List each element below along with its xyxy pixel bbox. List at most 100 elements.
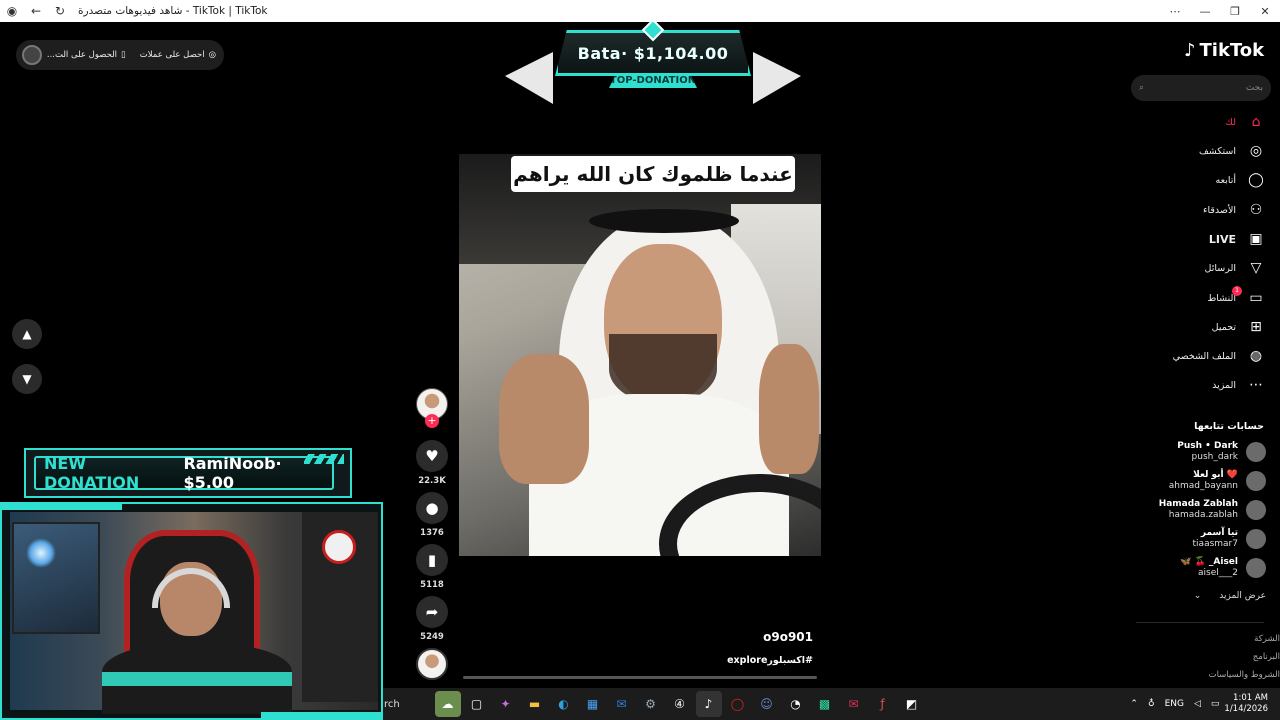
menu-icon[interactable]: ⋯ — [1160, 0, 1190, 22]
follow-plus-icon[interactable]: + — [425, 414, 439, 428]
chevron-down-icon: ⌄ — [1193, 591, 1202, 601]
account-text: أبو لعلا ❤️ ahmad_bayann — [1169, 470, 1238, 492]
monitor-glow — [26, 538, 56, 568]
task-view-icon[interactable]: ▢ — [464, 691, 490, 717]
sidebar-item-following[interactable]: ◯ أتابعه — [1216, 170, 1267, 190]
more-icon: ⋯ — [1249, 377, 1263, 393]
sidebar-item-label: المزيد — [1212, 379, 1236, 391]
browser-titlebar: ◉ ← ↻ شاهد فيديوهات متصدرة - TikTok | Ti… — [0, 0, 1280, 22]
overlay-stripes — [304, 454, 344, 464]
share-count: 5249 — [420, 632, 444, 642]
following-icon: ◯ — [1248, 172, 1264, 188]
account-text: Push • Dark push_dark — [1177, 441, 1238, 463]
user-avatar[interactable] — [22, 45, 42, 65]
opera-icon[interactable]: ◯ — [725, 691, 751, 717]
4k-app-icon[interactable]: ④ — [667, 691, 693, 717]
widgets-icon[interactable]: ☁ — [434, 691, 461, 717]
chevron-up-icon[interactable]: ⌃ — [1130, 699, 1138, 709]
sound-disc[interactable] — [416, 648, 448, 680]
system-tray: ⌃ ♁ ENG ◁ ▭ 1:01 AM 1/14/2026 — [1125, 688, 1280, 720]
sidebar-item-foryou[interactable]: ⌂ لك — [1225, 112, 1266, 132]
store-icon[interactable]: ▦ — [580, 691, 606, 717]
comment-button[interactable]: ● — [416, 492, 448, 524]
following-account[interactable]: أبو لعلا ❤️ ahmad_bayann — [1169, 470, 1266, 492]
new-donation-label: NEW DONATION — [44, 454, 140, 492]
minimize-button[interactable]: — — [1190, 0, 1220, 22]
close-button[interactable]: ✕ — [1250, 0, 1280, 22]
sidebar-item-upload[interactable]: ⊞ تحميل — [1212, 317, 1266, 337]
overlay-wing-right — [753, 52, 801, 104]
sidebar-item-activity[interactable]: ▭ النشاط 1 — [1207, 286, 1266, 308]
like-button[interactable]: ♥ — [416, 440, 448, 472]
footer-link-program[interactable]: البرنامج — [1253, 652, 1280, 662]
video-author[interactable]: o9o901 — [700, 630, 813, 644]
discord-icon[interactable]: ☺ — [754, 691, 780, 717]
search-input[interactable]: ⌕ بحث — [1131, 75, 1271, 101]
sidebar-item-more[interactable]: ⋯ المزيد — [1212, 375, 1266, 395]
see-more-button[interactable]: عرض المزيد ⌄ — [1194, 591, 1266, 601]
clock[interactable]: 1:01 AM 1/14/2026 — [1224, 693, 1268, 715]
no-smoking-sign — [322, 530, 356, 564]
following-accounts-heading: حسابات تتابعها — [1194, 421, 1264, 432]
microphone-icon[interactable]: ♁ — [1148, 699, 1155, 709]
reload-icon[interactable]: ↻ — [52, 3, 68, 19]
clock-date: 1/14/2026 — [1224, 704, 1268, 714]
get-app-button[interactable]: ▯ الحصول على الت... — [47, 50, 126, 60]
speaker-icon[interactable]: ◁ — [1194, 699, 1201, 709]
activity-icon: ▭ — [1249, 290, 1263, 306]
file-explorer-icon[interactable]: ▬ — [522, 691, 548, 717]
restore-button[interactable]: ❐ — [1220, 0, 1250, 22]
following-account[interactable]: Hamada Zablah hamada.zablah — [1159, 499, 1266, 521]
following-account[interactable]: 🦋 🍒 _Aisel aisel___2 — [1180, 557, 1266, 579]
sidebar-item-label: استكشف — [1198, 145, 1236, 157]
account-text: 🦋 🍒 _Aisel aisel___2 — [1180, 557, 1238, 579]
top-donation-overlay: Bata· $1,104.00 TOP-DONATION — [505, 18, 801, 104]
edge-icon[interactable]: ◐ — [551, 691, 577, 717]
following-account[interactable]: تيا آسمر tiaasmar7 — [1193, 528, 1266, 550]
battery-icon[interactable]: ▭ — [1211, 699, 1220, 709]
streamer-body — [102, 644, 292, 714]
avatar — [1246, 558, 1266, 578]
taskbar-search[interactable]: rch — [383, 699, 433, 710]
back-icon[interactable]: ← — [28, 3, 44, 19]
tf-app-icon[interactable]: ƒ — [870, 691, 896, 717]
tiktok-logo[interactable]: ♪ TikTok — [1184, 40, 1264, 61]
account-text: تيا آسمر tiaasmar7 — [1193, 528, 1238, 550]
sidebar-item-label: النشاط — [1207, 292, 1236, 304]
tool-app-icon[interactable]: ◩ — [899, 691, 925, 717]
sidebar-item-profile[interactable]: ◍ الملف الشخصي — [1173, 346, 1266, 366]
sidebar-item-messages[interactable]: ▽ الرسائل — [1205, 258, 1266, 278]
previous-video-button[interactable]: ▲ — [12, 319, 42, 349]
steam-icon[interactable]: ⚙ — [638, 691, 664, 717]
share-button[interactable]: ➦ — [416, 596, 448, 628]
get-coins-button[interactable]: ◎ احصل على عملات — [140, 50, 216, 60]
account-name: Push • Dark — [1177, 441, 1238, 451]
search-placeholder: بحث — [1245, 83, 1263, 93]
video-progress-bar[interactable] — [463, 676, 817, 679]
copilot-icon[interactable]: ✦ — [493, 691, 519, 717]
streamlabs-icon[interactable]: ▩ — [812, 691, 838, 717]
obs-icon[interactable]: ◔ — [783, 691, 809, 717]
compass-icon: ◎ — [1249, 143, 1263, 159]
save-button[interactable]: ▮ — [416, 544, 448, 576]
language-indicator[interactable]: ENG — [1165, 699, 1184, 709]
clock-time: 1:01 AM — [1233, 693, 1268, 703]
like-count: 22.3K — [418, 476, 446, 486]
comment-count: 1376 — [420, 528, 444, 538]
footer-link-terms[interactable]: الشروط والسياسات — [1209, 670, 1280, 680]
window-controls: ⋯ — ❐ ✕ — [1160, 0, 1280, 22]
mail-app-icon[interactable]: ✉ — [841, 691, 867, 717]
next-video-button[interactable]: ▼ — [12, 364, 42, 394]
outlook-icon[interactable]: ✉ — [609, 691, 635, 717]
video-player[interactable]: عندما ظلموك كان الله يراهم — [459, 154, 821, 556]
save-count: 5118 — [420, 580, 444, 590]
video-hashtag[interactable]: #اكسبلورexplore — [680, 655, 813, 666]
tiktok-app-icon[interactable]: ♪ — [695, 691, 722, 717]
footer-link-company[interactable]: الشركة — [1254, 634, 1280, 644]
sidebar-item-friends[interactable]: ⚇ الأصدقاء — [1203, 200, 1266, 220]
profile-icon: ◍ — [1249, 348, 1263, 364]
following-account[interactable]: Push • Dark push_dark — [1177, 441, 1266, 463]
sidebar-item-explore[interactable]: ◎ استكشف — [1199, 141, 1266, 161]
sidebar-item-live[interactable]: ▣ LIVE — [1209, 229, 1266, 249]
avatar — [1246, 500, 1266, 520]
